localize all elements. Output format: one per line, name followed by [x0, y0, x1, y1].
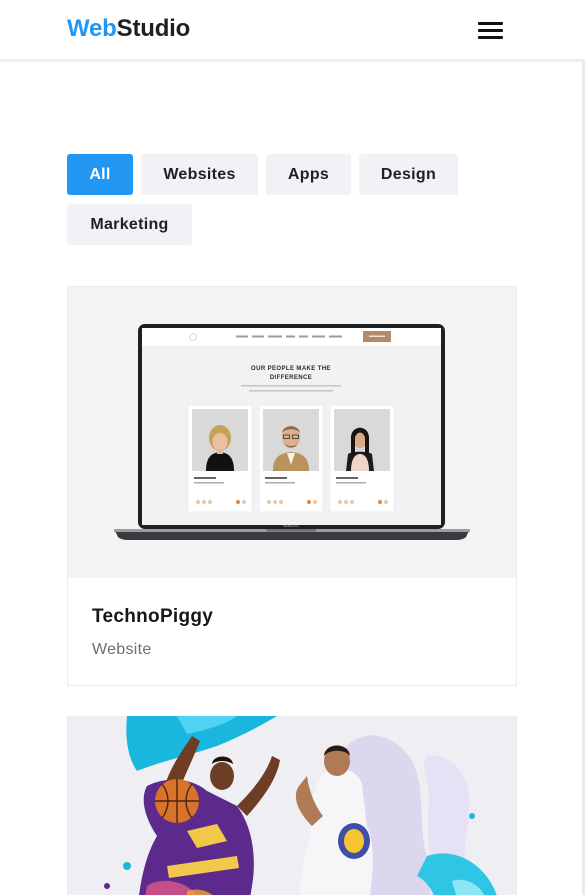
mockup-headline-2: DIFFERENCE: [270, 375, 312, 381]
device-label: MacBook Pro: [283, 524, 299, 528]
filter-all[interactable]: All: [67, 154, 133, 195]
filter-marketing[interactable]: Marketing: [67, 204, 192, 245]
project-card[interactable]: [67, 716, 517, 895]
project-title[interactable]: TechnoPiggy: [92, 606, 213, 628]
filter-apps[interactable]: Apps: [266, 154, 351, 195]
project-image[interactable]: OUR PEOPLE MAKE THE DIFFERENCE MacBook P…: [68, 287, 516, 578]
mockup-headline-1: OUR PEOPLE MAKE THE: [251, 366, 331, 372]
laptop-mockup-illustration: OUR PEOPLE MAKE THE DIFFERENCE MacBook P…: [114, 324, 470, 540]
logo-studio-text: Studio: [116, 15, 191, 42]
filter-websites[interactable]: Websites: [141, 154, 258, 195]
project-card[interactable]: OUR PEOPLE MAKE THE DIFFERENCE MacBook P…: [67, 286, 517, 686]
filter-design[interactable]: Design: [359, 154, 458, 195]
hamburger-menu-icon[interactable]: [478, 21, 504, 40]
site-logo[interactable]: WebStudio: [67, 15, 190, 43]
logo-web-text: Web: [67, 15, 117, 42]
project-category: Website: [92, 641, 152, 658]
site-header: WebStudio: [0, 0, 585, 61]
basketball-artwork-image[interactable]: [67, 716, 517, 895]
